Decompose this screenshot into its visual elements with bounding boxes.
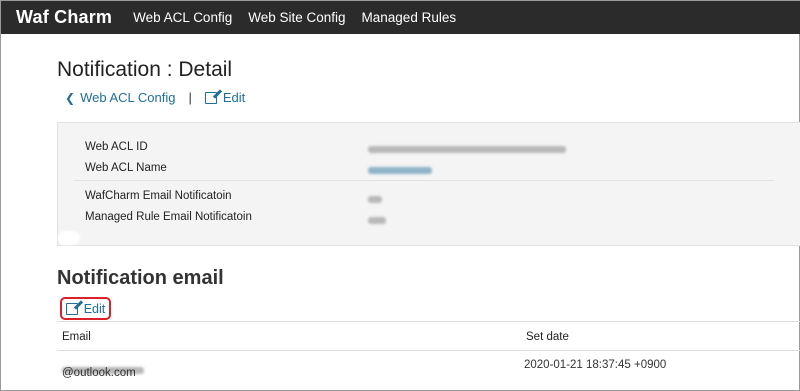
- redaction-mark: [58, 231, 80, 245]
- edit-icon: [65, 302, 78, 315]
- nav-managed-rules[interactable]: Managed Rules: [362, 10, 457, 25]
- wafcharm-email-notification-value-redacted: [368, 193, 382, 205]
- breadcrumb-separator: |: [188, 90, 192, 105]
- edit-notification-email-button[interactable]: Edit: [60, 297, 111, 320]
- web-acl-info-panel: Web ACL ID Web ACL Name WafCharm Email N…: [57, 122, 800, 246]
- notification-email-heading: Notification email: [57, 267, 224, 289]
- table-row: @outlook.com 2020-01-21 18:37:45 +0900: [57, 351, 800, 381]
- wafcharm-email-notification-label: WafCharm Email Notificatoin: [85, 190, 232, 202]
- web-acl-name-label: Web ACL Name: [85, 162, 167, 174]
- set-date-cell: 2020-01-21 18:37:45 +0900: [524, 359, 667, 371]
- notification-email-table: Email Set date @outlook.com 2020-01-21 1…: [57, 321, 800, 381]
- managed-rule-email-notification-label: Managed Rule Email Notificatoin: [85, 211, 252, 223]
- web-acl-id-label: Web ACL ID: [85, 141, 148, 153]
- chevron-left-icon: ❮: [65, 90, 76, 105]
- column-header-email: Email: [62, 331, 91, 343]
- edit-button-label: Edit: [83, 301, 106, 316]
- edit-link[interactable]: Edit: [223, 90, 245, 105]
- edit-icon: [204, 91, 217, 104]
- page-title: Notification : Detail: [57, 58, 233, 81]
- web-acl-id-value-redacted: [368, 143, 566, 155]
- table-header: Email Set date: [57, 321, 800, 351]
- nav-web-site-config[interactable]: Web Site Config: [248, 10, 345, 25]
- panel-divider: [74, 180, 774, 181]
- brand-text: Waf Charm: [16, 7, 113, 27]
- column-header-set-date: Set date: [526, 331, 569, 343]
- breadcrumb: ❮ Web ACL Config | Edit: [65, 90, 245, 105]
- managed-rule-email-notification-value-redacted: [368, 214, 386, 226]
- top-navbar: Waf Charm Web ACL Config Web Site Config…: [1, 1, 800, 34]
- back-to-web-acl-config-link[interactable]: Web ACL Config: [80, 90, 175, 105]
- web-acl-name-value-redacted[interactable]: [368, 164, 432, 176]
- brand-logo[interactable]: Waf Charm: [16, 7, 112, 28]
- nav-web-acl-config[interactable]: Web ACL Config: [133, 10, 232, 25]
- email-domain-text: @outlook.com: [62, 367, 136, 379]
